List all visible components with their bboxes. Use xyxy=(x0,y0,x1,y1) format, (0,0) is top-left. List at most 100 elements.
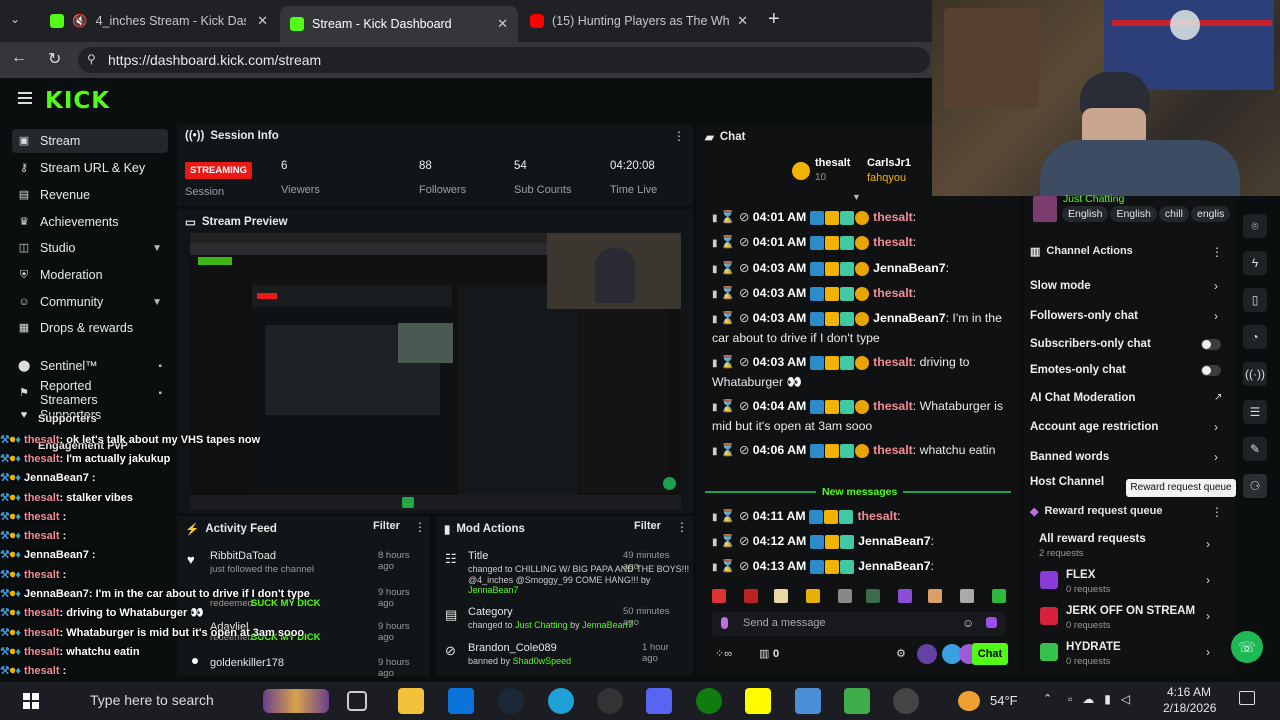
kick-logo[interactable]: KICK xyxy=(45,88,110,114)
rail-bolt-icon[interactable]: ϟ xyxy=(1243,251,1267,275)
message-username[interactable]: thesalt xyxy=(873,355,913,369)
notifications-icon[interactable] xyxy=(1239,691,1255,705)
ban-icon[interactable]: ⊘ xyxy=(739,355,753,369)
tag[interactable]: chill xyxy=(1158,206,1189,222)
chevron-down-icon[interactable]: ▼ xyxy=(852,192,861,202)
browser-tab-2[interactable]: Stream - Kick Dashboard ✕ xyxy=(280,6,518,42)
rail-chat-icon[interactable]: ◔ xyxy=(1243,325,1267,349)
browser-tab-1[interactable]: 🔇 4_inches Stream - Kick Dashb ✕ xyxy=(40,6,278,36)
timeout-icon[interactable]: ⌛ xyxy=(720,355,739,369)
support-chat-icon[interactable]: ☏ xyxy=(1231,631,1263,663)
chevron-right-icon[interactable]: › xyxy=(1214,279,1218,293)
task-view-icon[interactable] xyxy=(347,691,367,711)
ban-icon[interactable]: ⊘ xyxy=(739,509,753,523)
action-account-age[interactable]: Account age restriction xyxy=(1030,421,1158,433)
xbox-icon[interactable] xyxy=(696,688,722,714)
close-tab-icon[interactable]: ✕ xyxy=(257,13,268,29)
action-banned-words[interactable]: Banned words xyxy=(1030,451,1109,463)
windows-start-icon[interactable] xyxy=(23,693,39,709)
message-username[interactable]: thesalt xyxy=(873,399,913,413)
timeout-icon[interactable]: ⌛ xyxy=(720,311,739,325)
stream-preview-video[interactable] xyxy=(190,233,681,510)
site-info-icon[interactable]: ⚲ xyxy=(87,52,96,66)
timeout-icon[interactable]: ⌛ xyxy=(720,399,739,413)
reload-icon[interactable]: ↻ xyxy=(48,49,61,69)
message-username[interactable]: JennaBean7 xyxy=(873,261,945,275)
close-tab-icon[interactable]: ✕ xyxy=(497,16,508,32)
points-icon[interactable]: ⁘∞ xyxy=(715,647,732,660)
discord-icon[interactable] xyxy=(646,688,672,714)
chevron-right-icon[interactable]: › xyxy=(1206,573,1210,587)
tag[interactable]: English xyxy=(1062,206,1109,222)
ban-icon[interactable]: ⊘ xyxy=(739,443,753,457)
weather-text[interactable]: 54°F xyxy=(990,693,1018,708)
ban-icon[interactable]: ⊘ xyxy=(739,534,753,548)
chevron-right-icon[interactable]: › xyxy=(1214,309,1218,323)
message-username[interactable]: thesalt xyxy=(873,443,913,457)
menu-icon[interactable] xyxy=(18,92,32,104)
snapchat-icon[interactable] xyxy=(745,688,771,714)
sidebar-item-drops-rewards[interactable]: ▦ Drops & rewards xyxy=(12,316,168,340)
url-field[interactable]: ⚲ https://dashboard.kick.com/stream xyxy=(78,47,930,73)
ban-icon[interactable]: ⊘ xyxy=(739,210,753,224)
chevron-right-icon[interactable]: › xyxy=(1206,537,1210,551)
steam-icon[interactable] xyxy=(498,688,524,714)
category-name[interactable]: Just Chatting xyxy=(1063,193,1124,205)
mod-action-by[interactable]: JennaBean7 xyxy=(468,585,519,595)
obs-icon[interactable] xyxy=(597,688,623,714)
emote-icon[interactable] xyxy=(866,589,880,603)
clock-date[interactable]: 2/18/2026 xyxy=(1163,701,1216,715)
external-link-icon[interactable]: ↗ xyxy=(1214,392,1222,403)
store-icon[interactable] xyxy=(448,688,474,714)
message-username[interactable]: thesalt xyxy=(873,210,913,224)
reward-jerk-off[interactable]: JERK OFF ON STREAM 0 requests xyxy=(1040,605,1220,635)
tray-icons[interactable]: ▫☁▮◁ xyxy=(1068,692,1140,706)
ban-icon[interactable]: ⊘ xyxy=(739,399,753,413)
timeout-icon[interactable]: ⌛ xyxy=(720,261,739,275)
emote-icon[interactable] xyxy=(838,589,852,603)
close-tab-icon[interactable]: ✕ xyxy=(737,13,748,29)
app-icon[interactable] xyxy=(795,688,821,714)
settings-icon[interactable]: ⚙ xyxy=(896,647,906,660)
action-emotes-only[interactable]: Emotes-only chat xyxy=(1030,364,1126,376)
rail-notes-icon[interactable]: ▯ xyxy=(1243,288,1267,312)
message-username[interactable]: JennaBean7 xyxy=(873,311,945,325)
clock-time[interactable]: 4:16 AM xyxy=(1167,685,1211,699)
reward-flex[interactable]: FLEX 0 requests xyxy=(1040,569,1220,599)
action-subscribers-only[interactable]: Subscribers-only chat xyxy=(1030,338,1151,350)
timeout-icon[interactable]: ⌛ xyxy=(720,559,739,573)
mod-filter-button[interactable]: Filter xyxy=(634,520,661,532)
sidebar-item-sentinel[interactable]: ⬤ Sentinel™ ▪ xyxy=(12,354,168,378)
emote-icon[interactable] xyxy=(960,589,974,603)
activity-filter-button[interactable]: Filter xyxy=(373,520,400,532)
sidebar-item-reported-streamers[interactable]: ⚑ Reported Streamers ▪ xyxy=(12,379,168,407)
sidebar-item-achievements[interactable]: ♛ Achievements xyxy=(12,210,168,234)
more-options-icon[interactable]: ⋮ xyxy=(673,129,685,143)
reward-hydrate[interactable]: HYDRATE 0 requests xyxy=(1040,641,1220,671)
edge-icon[interactable] xyxy=(548,688,574,714)
browser-tab-3[interactable]: (15) Hunting Players as The White ✕ xyxy=(520,6,758,36)
emote-icon[interactable] xyxy=(928,589,942,603)
message-username[interactable]: thesalt xyxy=(873,286,913,300)
rail-wrench-icon[interactable]: ✎ xyxy=(1243,437,1267,461)
timeout-icon[interactable]: ⌛ xyxy=(720,286,739,300)
chevron-down-icon[interactable]: ▼ xyxy=(152,297,162,308)
tab-list-button[interactable]: ⌄ xyxy=(10,12,30,30)
more-options-icon[interactable]: ⋮ xyxy=(1211,245,1223,259)
rail-stream-icon[interactable]: ⌾ xyxy=(1243,214,1267,238)
ban-icon[interactable]: ⊘ xyxy=(739,286,753,300)
action-ai-moderation[interactable]: AI Chat Moderation xyxy=(1030,392,1135,404)
sidebar-item-stream-url-key[interactable]: ⚷ Stream URL & Key xyxy=(12,156,168,180)
action-slow-mode[interactable]: Slow mode xyxy=(1030,280,1091,292)
rail-broadcast-icon[interactable]: ((·)) xyxy=(1243,362,1267,386)
chevron-down-icon[interactable]: ▼ xyxy=(152,243,162,254)
sidebar-item-moderation[interactable]: ⛨ Moderation xyxy=(12,263,168,287)
ban-icon[interactable]: ⊘ xyxy=(739,235,753,249)
timeout-icon[interactable]: ⌛ xyxy=(720,235,739,249)
timeout-icon[interactable]: ⌛ xyxy=(720,534,739,548)
ban-icon[interactable]: ⊘ xyxy=(739,261,753,275)
sidebar-item-studio[interactable]: ◫ Studio ▼ xyxy=(12,236,168,260)
more-options-icon[interactable]: ⋮ xyxy=(676,520,688,534)
chevron-right-icon[interactable]: › xyxy=(1214,420,1218,434)
chat-input[interactable]: Send a message ☺ xyxy=(712,612,1006,636)
